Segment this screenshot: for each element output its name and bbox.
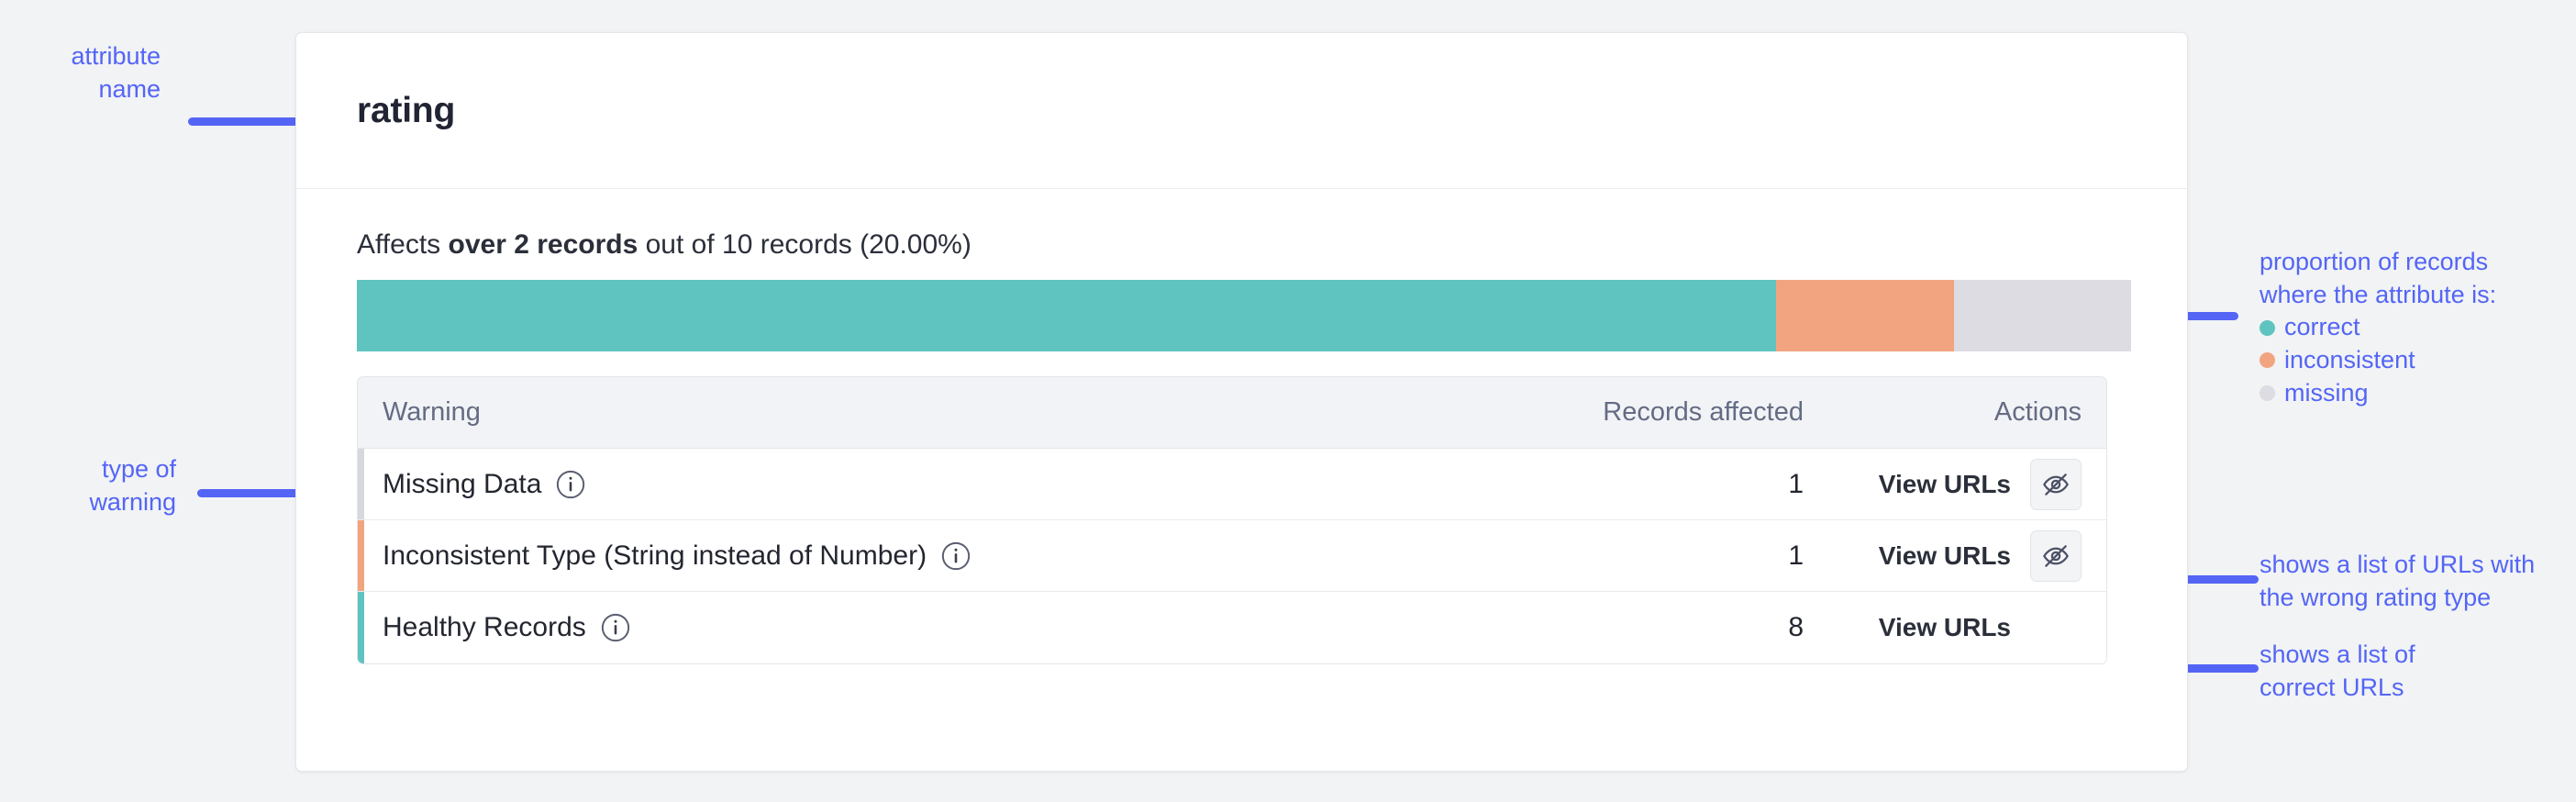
cell-actions: View URLs — [1804, 529, 2106, 582]
row-accent-bar — [358, 520, 364, 591]
cell-warning: Missing Data — [358, 469, 1418, 500]
affects-prefix: Affects — [357, 229, 449, 260]
proportion-bar — [357, 280, 2131, 351]
card-header: rating — [296, 33, 2187, 189]
annotation-proportion-line2: where the attribute is: — [2260, 280, 2497, 308]
cell-records-affected: 1 — [1788, 540, 1804, 571]
view-urls-link[interactable]: View URLs — [1879, 470, 2011, 499]
legend-label-correct: correct — [2284, 313, 2360, 341]
annotation-proportion: proportion of records where the attribut… — [2260, 246, 2576, 409]
legend-label-inconsistent: inconsistent — [2284, 345, 2415, 373]
annotation-wrong-urls: shows a list of URLs with the wrong rati… — [2260, 549, 2576, 614]
legend-item-missing: missing — [2260, 377, 2576, 410]
annotation-correct-urls-line2: correct URLs — [2260, 673, 2404, 701]
legend-item-inconsistent: inconsistent — [2260, 344, 2576, 377]
cell-actions: View URLs — [1804, 602, 2106, 653]
info-circle-icon[interactable] — [600, 612, 631, 643]
annotation-type-of-warning-line1: type of — [101, 455, 176, 483]
cell-records-affected: 1 — [1788, 468, 1804, 499]
table-row: Missing Data 1 View URLs — [358, 449, 2106, 520]
affects-summary: Affects over 2 records out of 10 records… — [357, 229, 2126, 261]
warning-label: Missing Data — [383, 468, 542, 499]
annotation-correct-urls: shows a list of correct URLs — [2260, 639, 2576, 704]
table-row: Inconsistent Type (String instead of Num… — [358, 520, 2106, 592]
warning-label: Healthy Records — [383, 612, 586, 642]
annotation-wrong-urls-line1: shows a list of URLs with — [2260, 551, 2536, 578]
row-accent-bar — [358, 592, 364, 663]
attribute-quality-card: rating Affects over 2 records out of 10 … — [295, 32, 2188, 772]
info-circle-icon[interactable] — [940, 540, 972, 572]
proportion-segment-correct — [357, 280, 1777, 351]
row-accent-bar — [358, 449, 364, 519]
column-header-actions: Actions — [1993, 397, 2082, 427]
affects-suffix: out of 10 records (20.00%) — [638, 229, 972, 260]
legend-dot-missing — [2260, 384, 2275, 401]
page-title: rating — [357, 90, 456, 130]
annotation-attribute-name: attribute name — [0, 40, 161, 106]
legend-dot-inconsistent — [2260, 352, 2275, 369]
column-header-warning: Warning — [383, 397, 481, 427]
cell-actions: View URLs — [1804, 458, 2106, 510]
table-header-row: Warning Records affected Actions — [358, 377, 2106, 449]
legend-label-missing: missing — [2284, 378, 2369, 407]
annotation-type-of-warning: type of warning — [0, 453, 176, 518]
annotation-correct-urls-line1: shows a list of — [2260, 640, 2415, 668]
proportion-segment-inconsistent — [1776, 280, 1954, 351]
eye-slash-icon[interactable] — [2030, 529, 2082, 582]
eye-slash-icon[interactable] — [2030, 458, 2082, 510]
view-urls-link[interactable]: View URLs — [1879, 613, 2011, 642]
column-header-records-affected: Records affected — [1603, 397, 1804, 427]
card-body: Affects over 2 records out of 10 records… — [296, 189, 2187, 664]
annotation-proportion-line1: proportion of records — [2260, 248, 2489, 275]
cell-warning: Inconsistent Type (String instead of Num… — [358, 540, 1418, 572]
actions-spacer — [2030, 602, 2082, 653]
info-circle-icon[interactable] — [555, 469, 586, 500]
legend-dot-correct — [2260, 319, 2275, 336]
proportion-segment-missing — [1953, 280, 2131, 351]
table-row: Healthy Records 8 View URLs — [358, 592, 2106, 663]
screenshot-stage: attribute name type of warning proportio… — [0, 0, 2576, 802]
legend-item-correct: correct — [2260, 311, 2576, 344]
annotation-attribute-name-line1: attribute — [71, 42, 161, 70]
cell-records-affected: 8 — [1788, 612, 1804, 642]
annotation-type-of-warning-line2: warning — [89, 487, 176, 516]
warning-label: Inconsistent Type (String instead of Num… — [383, 540, 927, 571]
view-urls-link[interactable]: View URLs — [1879, 541, 2011, 571]
cell-warning: Healthy Records — [358, 612, 1418, 643]
warnings-table: Warning Records affected Actions Missing… — [357, 376, 2107, 664]
annotation-attribute-name-line2: name — [98, 74, 161, 103]
annotation-wrong-urls-line2: the wrong rating type — [2260, 583, 2492, 611]
affects-bold: over 2 records — [448, 229, 638, 260]
